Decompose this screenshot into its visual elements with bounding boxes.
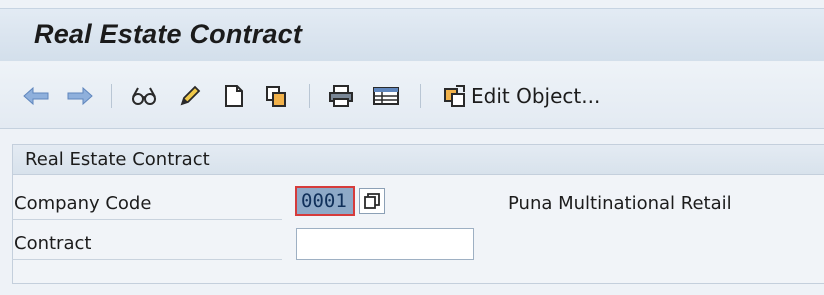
application-toolbar: Edit Object... [0, 62, 824, 129]
back-arrow-icon[interactable] [22, 82, 50, 110]
forward-arrow-icon[interactable] [66, 82, 94, 110]
contract-field[interactable] [296, 228, 474, 260]
print-icon[interactable] [327, 82, 355, 110]
company-code-field[interactable]: 0001 [295, 186, 355, 216]
value-help-icon [364, 193, 380, 209]
toolbar-separator [111, 84, 112, 108]
create-document-icon[interactable] [220, 82, 248, 110]
table-view-icon[interactable] [372, 82, 400, 110]
group-header: Real Estate Contract [13, 145, 824, 175]
page-title: Real Estate Contract [34, 19, 303, 49]
company-code-label: Company Code [12, 189, 282, 220]
copy-icon[interactable] [262, 82, 290, 110]
group-title: Real Estate Contract [25, 149, 210, 170]
contract-label: Contract [12, 229, 282, 260]
edit-object-icon[interactable] [441, 82, 469, 110]
company-code-description: Puna Multinational Retail [508, 193, 732, 214]
edit-pencil-icon[interactable] [176, 82, 204, 110]
contract-label-text: Contract [14, 233, 92, 254]
sap-window: Real Estate Contract Edit Object... Real… [0, 0, 824, 295]
edit-object-button[interactable]: Edit Object... [471, 84, 600, 108]
toolbar-separator [309, 84, 310, 108]
toolbar-separator [420, 84, 421, 108]
display-glasses-icon[interactable] [130, 82, 158, 110]
value-help-button[interactable] [359, 188, 385, 214]
company-code-label-text: Company Code [14, 193, 152, 214]
title-bar: Real Estate Contract [0, 8, 824, 61]
